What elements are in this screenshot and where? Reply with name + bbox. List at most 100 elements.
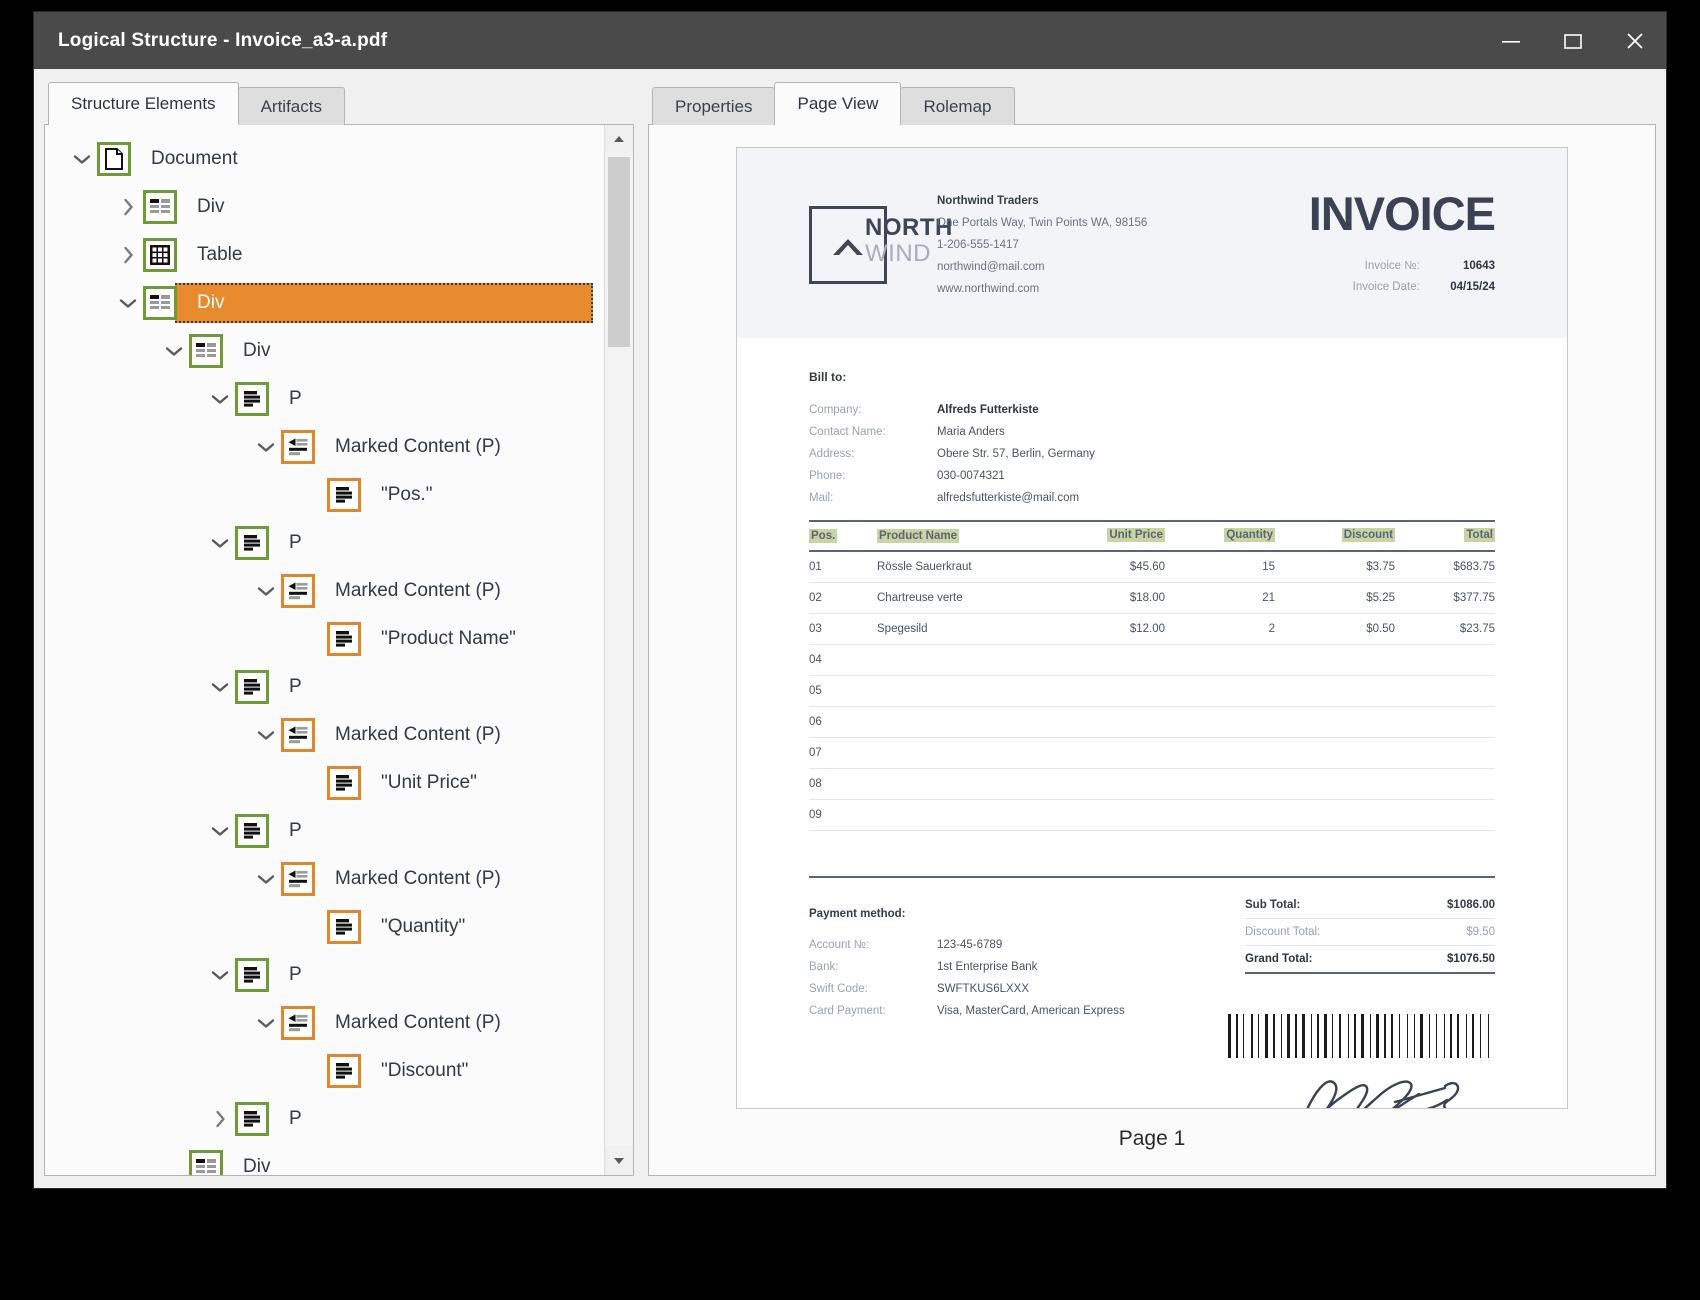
bill-to-value: 030-0074321 <box>937 465 1005 487</box>
signature-block: Andrew Jacobson Account Manager <box>1295 1068 1495 1109</box>
barcode-bar <box>1436 1014 1437 1058</box>
barcode-bar <box>1240 1014 1241 1058</box>
invoice-meta-row: Invoice Date: 04/15/24 <box>1353 277 1495 298</box>
signature-icon <box>1295 1068 1495 1109</box>
barcode-bar <box>1281 1014 1282 1058</box>
tab-rolemap[interactable]: Rolemap <box>900 87 1014 125</box>
tree-vertical-scrollbar[interactable] <box>604 125 633 1175</box>
tree-row[interactable]: Marked Content (P) <box>45 423 603 471</box>
line-items-row[interactable]: 03Spegesild$12.002$0.50$23.75 <box>809 614 1495 645</box>
tree-row[interactable]: "Discount" <box>45 1047 603 1095</box>
company-email: northwind@mail.com <box>937 256 1147 278</box>
line-items-cell: 06 <box>809 716 877 728</box>
line-items-cell <box>1165 716 1275 728</box>
chevron-down-icon[interactable] <box>117 292 139 314</box>
chevron-down-icon[interactable] <box>209 964 231 986</box>
tree-row[interactable]: P <box>45 1095 603 1143</box>
barcode-bar <box>1425 1014 1427 1058</box>
tree-row-label: "Pos." <box>375 482 439 508</box>
bill-to-heading: Bill to: <box>809 370 1095 384</box>
chevron-down-icon[interactable] <box>71 148 93 170</box>
tree-row[interactable]: "Pos." <box>45 471 603 519</box>
barcode-bar <box>1339 1014 1341 1058</box>
barcode-bar <box>1469 1014 1470 1058</box>
tree-row[interactable]: P <box>45 519 603 567</box>
twisty-spacer <box>301 628 323 650</box>
barcode-bar <box>1376 1014 1379 1058</box>
barcode-bar <box>1354 1014 1356 1058</box>
tree-row[interactable]: P <box>45 663 603 711</box>
tree-row[interactable]: Marked Content (P) <box>45 567 603 615</box>
chevron-down-icon[interactable] <box>209 532 231 554</box>
line-items-cell: $3.75 <box>1275 561 1395 573</box>
tree-row-label: P <box>283 1106 308 1132</box>
line-items-row[interactable]: 08 <box>809 769 1495 800</box>
chevron-down-icon[interactable] <box>209 820 231 842</box>
barcode-bar <box>1258 1014 1259 1058</box>
chevron-down-icon[interactable] <box>255 1012 277 1034</box>
line-items-row[interactable]: 06 <box>809 707 1495 738</box>
close-button[interactable] <box>1604 12 1666 69</box>
payment-row: Card Payment:Visa, MasterCard, American … <box>809 1000 1125 1022</box>
line-items-header-label: Total <box>1464 528 1495 542</box>
company-website: www.northwind.com <box>937 278 1147 300</box>
tree-row[interactable]: Div <box>45 1143 603 1175</box>
chevron-down-icon[interactable] <box>255 724 277 746</box>
barcode-bar <box>1407 1014 1408 1058</box>
table-icon <box>143 238 177 272</box>
line-items-cell: Rössle Sauerkraut <box>877 561 1045 573</box>
tree-row-label: Div <box>191 290 230 316</box>
maximize-button[interactable] <box>1542 12 1604 69</box>
bill-to-key: Mail: <box>809 487 937 509</box>
tab-properties[interactable]: Properties <box>652 87 775 125</box>
chevron-right-icon[interactable] <box>117 196 139 218</box>
chevron-down-icon[interactable] <box>209 388 231 410</box>
tab-page-view[interactable]: Page View <box>774 82 901 125</box>
tree-row[interactable]: P <box>45 375 603 423</box>
barcode-bar <box>1370 1014 1371 1058</box>
line-items-row[interactable]: 05 <box>809 676 1495 707</box>
scroll-up-button[interactable] <box>605 125 633 153</box>
tree-row[interactable]: Table <box>45 231 603 279</box>
tree-row[interactable]: Document <box>45 135 603 183</box>
tab-structure-elements[interactable]: Structure Elements <box>48 82 239 125</box>
line-items-row[interactable]: 02Chartreuse verte$18.0021$5.25$377.75 <box>809 583 1495 614</box>
tree-row[interactable]: Div <box>45 183 603 231</box>
tree-row[interactable]: Div <box>45 327 603 375</box>
tree-row[interactable]: P <box>45 951 603 999</box>
payment-value: 123-45-6789 <box>937 934 1002 956</box>
barcode-bar <box>1410 1014 1412 1058</box>
chevron-down-icon[interactable] <box>255 580 277 602</box>
tree-row[interactable]: Marked Content (P) <box>45 711 603 759</box>
page-view: NORTH WIND Northwind Traders One Portals… <box>649 125 1655 1175</box>
chevron-down-icon[interactable] <box>209 676 231 698</box>
scroll-thumb[interactable] <box>608 157 630 347</box>
tree-row[interactable]: "Unit Price" <box>45 759 603 807</box>
chevron-right-icon[interactable] <box>209 1108 231 1130</box>
pdf-page[interactable]: NORTH WIND Northwind Traders One Portals… <box>736 147 1568 1109</box>
line-items-row[interactable]: 09 <box>809 800 1495 831</box>
tree-row[interactable]: Marked Content (P) <box>45 855 603 903</box>
barcode-bar <box>1366 1014 1368 1058</box>
tree-row[interactable]: Div <box>45 279 603 327</box>
div-icon <box>189 1150 223 1175</box>
structure-tree[interactable]: DocumentDivTableDivDivPMarked Content (P… <box>45 125 633 1175</box>
chevron-down-icon[interactable] <box>255 436 277 458</box>
tree-row[interactable]: Marked Content (P) <box>45 999 603 1047</box>
line-items-row[interactable]: 01Rössle Sauerkraut$45.6015$3.75$683.75 <box>809 552 1495 583</box>
chevron-down-icon[interactable] <box>255 868 277 890</box>
chevron-down-icon[interactable] <box>163 340 185 362</box>
tree-row[interactable]: "Product Name" <box>45 615 603 663</box>
scroll-down-button[interactable] <box>605 1147 633 1175</box>
barcode-bar <box>1432 1014 1434 1058</box>
line-items-cell <box>1275 654 1395 666</box>
tree-row[interactable]: P <box>45 807 603 855</box>
line-items-row[interactable]: 07 <box>809 738 1495 769</box>
barcode-bar <box>1329 1014 1330 1058</box>
barcode-bar <box>1472 1014 1474 1058</box>
chevron-right-icon[interactable] <box>117 244 139 266</box>
tree-row[interactable]: "Quantity" <box>45 903 603 951</box>
minimize-button[interactable] <box>1480 12 1542 69</box>
tab-artifacts[interactable]: Artifacts <box>238 87 345 125</box>
line-items-row[interactable]: 04 <box>809 645 1495 676</box>
